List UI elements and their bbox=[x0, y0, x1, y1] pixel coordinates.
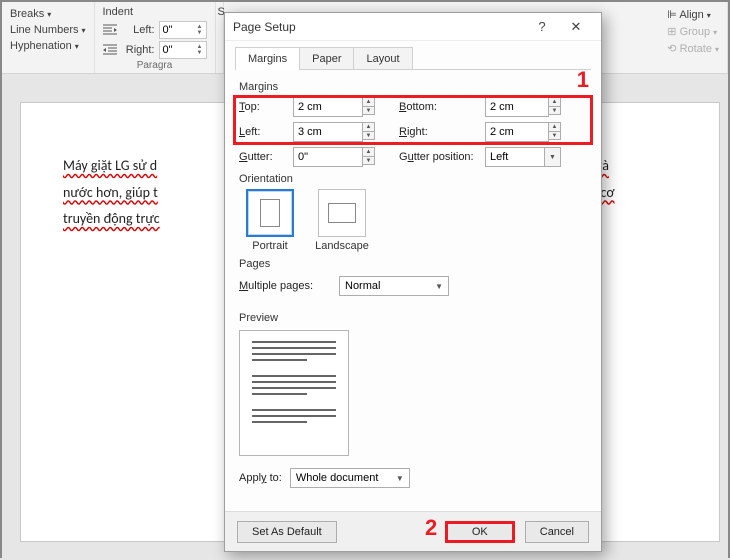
landscape-label: Landscape bbox=[311, 240, 373, 252]
ok-button[interactable]: OK bbox=[445, 521, 515, 543]
preview-label: Preview bbox=[239, 312, 587, 324]
bottom-input[interactable]: 2 cm bbox=[485, 97, 549, 117]
dialog-titlebar[interactable]: Page Setup ? ✕ bbox=[225, 13, 601, 41]
orientation-row: Portrait Landscape bbox=[239, 189, 587, 252]
indent-left-label: Left: bbox=[121, 24, 155, 36]
callout-2: 2 bbox=[425, 515, 437, 541]
gutter-pos-select[interactable]: Left bbox=[485, 147, 545, 167]
indent-left-icon bbox=[103, 24, 117, 36]
gutter-pos-label: Gutter position: bbox=[399, 151, 485, 163]
left-input[interactable]: 3 cm bbox=[293, 122, 363, 142]
bottom-spinner[interactable]: ▲▼ bbox=[549, 97, 561, 117]
indent-right-icon bbox=[103, 44, 117, 56]
right-spinner[interactable]: ▲▼ bbox=[549, 122, 561, 142]
multiple-pages-label: Multiple pages: bbox=[239, 280, 329, 292]
pages-label: Pages bbox=[239, 258, 587, 270]
paragraph-label: Paragra bbox=[103, 60, 207, 71]
bottom-label: Bottom: bbox=[399, 101, 485, 113]
dialog-title: Page Setup bbox=[233, 20, 525, 34]
indent-label: Indent bbox=[103, 6, 207, 18]
left-label: Left: bbox=[239, 126, 293, 138]
gutter-input[interactable]: 0" bbox=[293, 147, 363, 167]
left-spinner[interactable]: ▲▼ bbox=[363, 122, 375, 142]
right-input[interactable]: 2 cm bbox=[485, 122, 549, 142]
multiple-pages-select[interactable]: Normal▼ bbox=[339, 276, 449, 296]
margins-section-label: Margins bbox=[239, 81, 587, 93]
gutter-pos-dropdown[interactable]: ▼ bbox=[545, 147, 561, 167]
rotate-menu: ⟲ Rotate▾ bbox=[667, 40, 719, 57]
line-numbers-menu[interactable]: Line Numbers▾ bbox=[10, 22, 86, 38]
indent-group: Indent Left: 0"▲▼ Right: 0"▲▼ Paragra bbox=[95, 2, 216, 73]
gutter-label: Gutter: bbox=[239, 151, 293, 163]
portrait-button[interactable] bbox=[246, 189, 294, 237]
indent-left-input[interactable]: 0"▲▼ bbox=[159, 21, 207, 39]
landscape-button[interactable] bbox=[318, 189, 366, 237]
s-trunc: S bbox=[218, 6, 221, 18]
margins-grid: Top: 2 cm▲▼ Bottom: 2 cm▲▼ Left: 3 cm▲▼ … bbox=[239, 97, 587, 167]
indent-right-label: Right: bbox=[121, 44, 155, 56]
arrange-group: ⊫ Align▾ ⊞ Group▾ ⟲ Rotate▾ bbox=[653, 2, 728, 73]
apply-to-label: Apply to: bbox=[239, 472, 282, 484]
top-spinner[interactable]: ▲▼ bbox=[363, 97, 375, 117]
indent-right-input[interactable]: 0"▲▼ bbox=[159, 41, 207, 59]
portrait-label: Portrait bbox=[239, 240, 301, 252]
align-menu[interactable]: ⊫ Align▾ bbox=[667, 6, 719, 23]
top-input[interactable]: 2 cm bbox=[293, 97, 363, 117]
tab-layout[interactable]: Layout bbox=[353, 47, 412, 70]
preview-box bbox=[239, 330, 349, 456]
tab-paper[interactable]: Paper bbox=[299, 47, 354, 70]
gutter-spinner[interactable]: ▲▼ bbox=[363, 147, 375, 167]
group-label bbox=[10, 58, 86, 69]
breaks-menu[interactable]: Breaks▾ bbox=[10, 6, 86, 22]
callout-1: 1 bbox=[577, 67, 589, 93]
right-label: Right: bbox=[399, 126, 485, 138]
trunc-group: S bbox=[216, 2, 224, 73]
dialog-body: Margins Top: 2 cm▲▼ Bottom: 2 cm▲▼ Left:… bbox=[225, 71, 601, 492]
help-button[interactable]: ? bbox=[525, 14, 559, 40]
orientation-label: Orientation bbox=[239, 173, 587, 185]
apply-to-select[interactable]: Whole document▼ bbox=[290, 468, 410, 488]
top-label: Top: bbox=[239, 101, 293, 113]
tab-margins[interactable]: Margins bbox=[235, 47, 300, 70]
dialog-footer: Set As Default OK Cancel bbox=[225, 511, 601, 551]
cancel-button[interactable]: Cancel bbox=[525, 521, 589, 543]
dialog-tabs: Margins Paper Layout bbox=[225, 41, 601, 70]
breaks-group: Breaks▾ Line Numbers▾ Hyphenation▾ bbox=[2, 2, 95, 73]
page-setup-dialog: Page Setup ? ✕ Margins Paper Layout Marg… bbox=[224, 12, 602, 552]
hyphenation-menu[interactable]: Hyphenation▾ bbox=[10, 38, 86, 54]
set-default-button[interactable]: Set As Default bbox=[237, 521, 337, 543]
group-menu: ⊞ Group▾ bbox=[667, 23, 719, 40]
close-button[interactable]: ✕ bbox=[559, 14, 593, 40]
